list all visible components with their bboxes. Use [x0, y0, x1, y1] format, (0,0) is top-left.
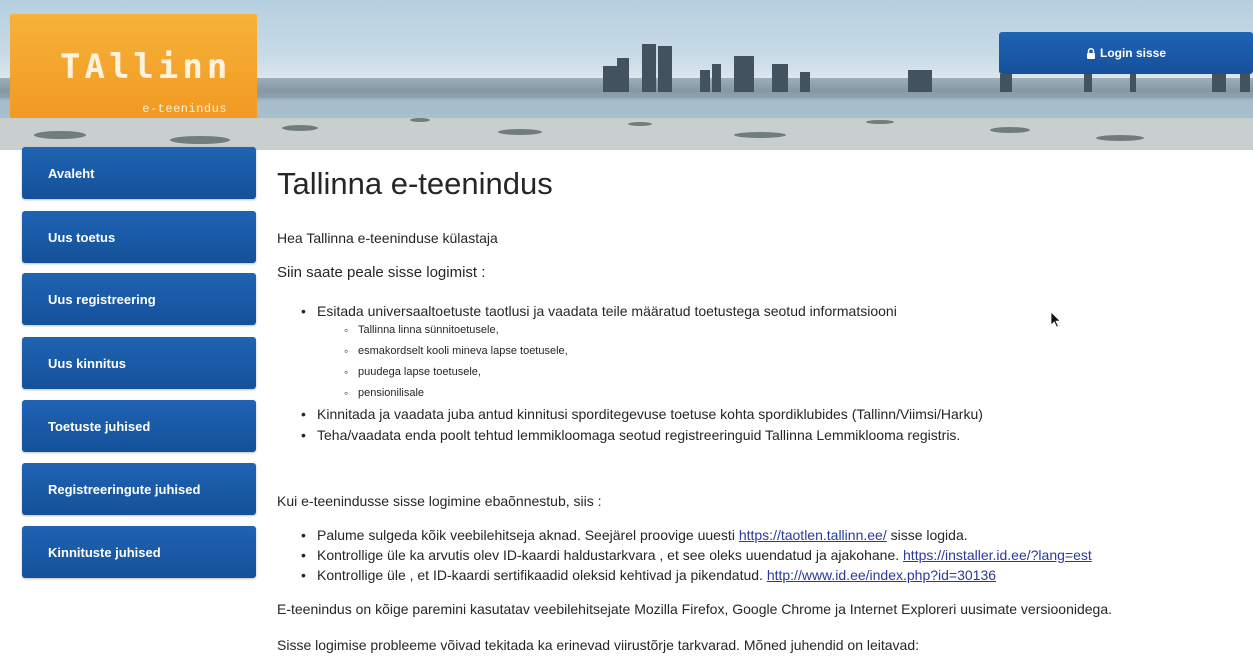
login-label: Login sisse: [1099, 46, 1167, 60]
intro-text: Siin saate peale sisse logimist :: [277, 264, 486, 281]
sidebar-item-label: Uus registreering: [48, 291, 156, 307]
tip-text: Kontrollige üle ka arvutis olev ID-kaard…: [317, 547, 904, 563]
sidebar-item-uus-kinnitus[interactable]: Uus kinnitus: [22, 337, 256, 389]
logo-text: TAllinn: [60, 47, 232, 87]
tallinn-logo[interactable]: TAllinn e-teenindus: [10, 14, 257, 118]
sidebar-item-label: Kinnituste juhised: [48, 544, 161, 560]
sidebar-item-registreeringute-juhised[interactable]: Registreeringute juhised: [22, 463, 256, 515]
logo-subtitle: e-teenindus: [142, 102, 227, 116]
subservice-item: Tallinna linna sünnitoetusele,: [344, 323, 499, 337]
tip-item: Kontrollige üle ka arvutis olev ID-kaard…: [301, 547, 1092, 563]
sidebar-item-uus-registreering[interactable]: Uus registreering: [22, 273, 256, 325]
antivirus-note: Sisse logimise probleeme võivad tekitada…: [277, 637, 920, 653]
browsers-note: E-teenindus on kõige paremini kasutatav …: [277, 601, 1112, 617]
subservice-item: puudega lapse toetusele,: [344, 365, 481, 379]
login-button[interactable]: Login sisse: [999, 32, 1253, 74]
tip-link[interactable]: http://www.id.ee/index.php?id=30136: [767, 567, 996, 583]
tip-text: Kontrollige üle , et ID-kaardi sertifika…: [317, 567, 767, 583]
tip-link[interactable]: https://installer.id.ee/?lang=est: [903, 547, 1092, 563]
service-item: Teha/vaadata enda poolt tehtud lemmikloo…: [301, 427, 960, 443]
sidebar-item-label: Toetuste juhised: [48, 418, 151, 434]
header-banner: TAllinn e-teenindus Login sisse: [0, 0, 1253, 150]
tip-item: Kontrollige üle , et ID-kaardi sertifika…: [301, 567, 996, 583]
sidebar-item-avaleht[interactable]: Avaleht: [22, 147, 256, 199]
tip-link[interactable]: https://taotlen.tallinn.ee/: [739, 527, 887, 543]
sidebar-item-toetuste-juhised[interactable]: Toetuste juhised: [22, 400, 256, 452]
greeting-text: Hea Tallinna e-teeninduse külastaja: [277, 230, 498, 246]
sidebar-item-label: Uus kinnitus: [48, 355, 127, 371]
page-title: Tallinna e-teenindus: [277, 166, 553, 201]
trouble-intro-text: Kui e-teenindusse sisse logimine ebaõnne…: [277, 493, 602, 509]
sidebar-item-kinnituste-juhised[interactable]: Kinnituste juhised: [22, 526, 256, 578]
tip-text-after: sisse logida.: [886, 527, 968, 543]
sidebar-item-label: Uus toetus: [48, 229, 116, 245]
sidebar-item-label: Registreeringute juhised: [48, 481, 201, 497]
service-item: Esitada universaaltoetuste taotlusi ja v…: [301, 303, 897, 319]
subservice-item: pensionilisale: [344, 386, 424, 400]
sidebar-item-uus-toetus[interactable]: Uus toetus: [22, 211, 256, 263]
sidebar-item-label: Avaleht: [48, 165, 95, 181]
service-item: Kinnitada ja vaadata juba antud kinnitus…: [301, 406, 983, 422]
subservice-item: esmakordselt kooli mineva lapse toetusel…: [344, 344, 568, 358]
lock-icon: [1086, 47, 1096, 59]
tip-text: Palume sulgeda kõik veebilehitseja aknad…: [317, 527, 739, 543]
mouse-cursor-icon: [1050, 311, 1062, 328]
tip-item: Palume sulgeda kõik veebilehitseja aknad…: [301, 527, 968, 543]
